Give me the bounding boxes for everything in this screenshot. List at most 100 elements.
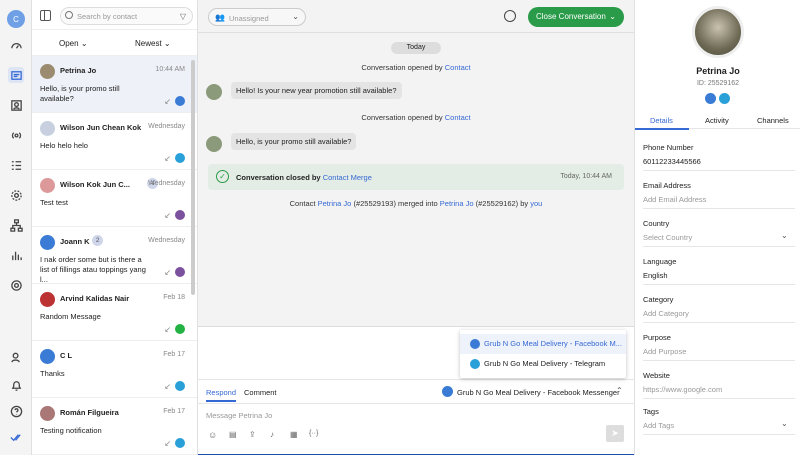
system-text: Conversation opened by (361, 113, 445, 122)
conversation-pane: 👥 Unassigned ⌄ Close Conversation ⌄ Today… (198, 0, 634, 455)
conversation-row[interactable]: C L Feb 17 Thanks ↙ (32, 341, 197, 398)
channel-option-messenger[interactable]: Grub N Go Meal Delivery - Facebook M... (460, 334, 626, 354)
message-preview: Random Message (40, 312, 101, 321)
telegram-icon (719, 93, 730, 104)
whatsapp-icon (175, 324, 185, 334)
list-header: Search by contact ▽ (32, 0, 197, 30)
add-user-icon[interactable] (8, 349, 24, 365)
contact-photo (692, 6, 744, 58)
contact-avatar (40, 178, 55, 193)
snippet-icon[interactable]: ▦ (290, 430, 298, 439)
messenger-icon (442, 386, 453, 397)
field-value[interactable]: https://www.google.com (643, 385, 722, 394)
tab-respond[interactable]: Respond (206, 388, 236, 397)
account-avatar[interactable]: C (7, 10, 25, 28)
send-button[interactable]: ➤ (606, 425, 624, 442)
conversation-row[interactable]: Wilson Jun Chean Kok Wednesday Helo helo… (32, 113, 197, 170)
conversation-list: Search by contact ▽ Open ⌄ Newest ⌄ Petr… (32, 0, 198, 455)
direction-arrow-icon: ↙ (164, 325, 171, 334)
message-preview: Helo helo helo (40, 141, 88, 150)
chevron-down-icon[interactable]: ⌄ (781, 231, 788, 240)
contact-name: Wilson Kok Jun C... (60, 180, 130, 189)
message-input[interactable]: Message Petrina Jo (206, 411, 272, 420)
field-value[interactable]: Select Country (643, 233, 692, 242)
template-icon[interactable]: ▤ (229, 430, 237, 439)
close-conversation-button[interactable]: Close Conversation ⌄ (528, 7, 624, 27)
checkmarks-icon[interactable] (8, 429, 24, 445)
inbox-icon[interactable] (8, 67, 24, 83)
reports-icon[interactable] (8, 247, 24, 263)
contact-link[interactable]: Petrina Jo (440, 199, 474, 208)
variable-icon[interactable]: {··} (309, 430, 318, 437)
field-value[interactable]: 60112233445566 (643, 157, 701, 166)
settings-icon[interactable] (8, 277, 24, 293)
direction-arrow-icon: ↙ (164, 439, 171, 448)
search-icon (65, 11, 73, 19)
field-value[interactable]: English (643, 271, 668, 280)
contact-id: ID: 25529162 (696, 80, 740, 87)
upload-icon[interactable]: ⇪ (249, 430, 256, 439)
close-conversation-label: Close Conversation (536, 12, 606, 21)
filter-icon[interactable]: ▽ (180, 12, 186, 21)
conversation-row[interactable]: Arvind Kalidas Nair Feb 18 Random Messag… (32, 284, 197, 341)
system-text: Conversation opened by (361, 63, 445, 72)
contact-link[interactable]: Contact (445, 113, 471, 122)
contact-name: Petrina Jo (60, 66, 97, 75)
contact-details-panel: Petrina Jo ID: 25529162 Details Activity… (634, 0, 800, 455)
tab-comment[interactable]: Comment (244, 388, 277, 397)
emoji-icon[interactable]: ☺ (208, 430, 217, 440)
help-icon[interactable] (8, 403, 24, 419)
contact-merge-link[interactable]: Contact Merge (323, 173, 372, 182)
contact-link[interactable]: Petrina Jo (318, 199, 352, 208)
channel-select[interactable]: Grub N Go Meal Delivery - Facebook Messe… (457, 388, 620, 397)
list-filters: Open ⌄ Newest ⌄ (32, 30, 197, 56)
assignee-select[interactable]: 👥 Unassigned ⌄ (208, 8, 306, 26)
tab-channels[interactable]: Channels (757, 116, 789, 125)
settings-cog-icon[interactable] (8, 187, 24, 203)
merge-text: Contact (289, 199, 318, 208)
snooze-timer-icon[interactable] (504, 10, 516, 22)
tab-details[interactable]: Details (650, 116, 673, 125)
contact-avatar (206, 84, 222, 100)
dashboard-icon[interactable] (8, 37, 24, 53)
conversation-time: Feb 17 (163, 351, 185, 358)
field-value[interactable]: Add Category (643, 309, 689, 318)
field-label: Tags (643, 407, 659, 416)
contact-name: Arvind Kalidas Nair (60, 294, 130, 303)
contacts-icon[interactable] (8, 97, 24, 113)
contact-avatar (40, 292, 55, 307)
conversation-time: Wednesday (148, 180, 185, 187)
field-value[interactable]: Add Tags (643, 421, 674, 430)
field-value[interactable]: Add Purpose (643, 347, 686, 356)
status-filter[interactable]: Open ⌄ (59, 39, 88, 48)
conversation-row[interactable]: Román Filgueira Feb 17 Testing notificat… (32, 398, 197, 455)
conversation-row[interactable]: Wilson Kok Jun C... 4 Wednesday Test tes… (32, 170, 197, 227)
workflow-icon[interactable] (8, 217, 24, 233)
contact-link[interactable]: Contact (445, 63, 471, 72)
contact-name: C L (60, 351, 73, 360)
channel-option-telegram[interactable]: Grub N Go Meal Delivery - Telegram (460, 354, 626, 374)
conversation-row[interactable]: Petrina Jo 10:44 AM Hello, is your promo… (32, 56, 197, 113)
telegram-icon (175, 438, 185, 448)
direction-arrow-icon: ↙ (164, 382, 171, 391)
collapse-panel-icon[interactable] (40, 10, 51, 21)
checklist-icon[interactable] (8, 157, 24, 173)
conversation-row[interactable]: Joann K 2 Wednesday I nak order some but… (32, 227, 197, 284)
user-link[interactable]: you (530, 199, 542, 208)
broadcast-icon[interactable] (8, 127, 24, 143)
chevron-down-icon: ⌄ (163, 39, 171, 48)
telegram-icon (175, 153, 185, 163)
chevron-up-icon[interactable]: ⌃ (616, 386, 623, 395)
sort-filter[interactable]: Newest ⌄ (135, 39, 171, 48)
bell-icon[interactable] (8, 377, 24, 393)
field-value[interactable]: Add Email Address (643, 195, 706, 204)
list-scrollbar[interactable] (191, 60, 195, 295)
chevron-down-icon[interactable]: ⌄ (781, 419, 788, 428)
direction-arrow-icon: ↙ (164, 211, 171, 220)
search-placeholder: Search by contact (77, 12, 138, 21)
message-preview: I nak order some but is there a list of … (40, 255, 146, 284)
tab-activity[interactable]: Activity (705, 116, 729, 125)
microphone-icon[interactable]: ♪ (270, 430, 274, 439)
search-input[interactable]: Search by contact ▽ (60, 7, 193, 25)
message-bubble: Hello! Is your new year promotion still … (231, 82, 402, 99)
